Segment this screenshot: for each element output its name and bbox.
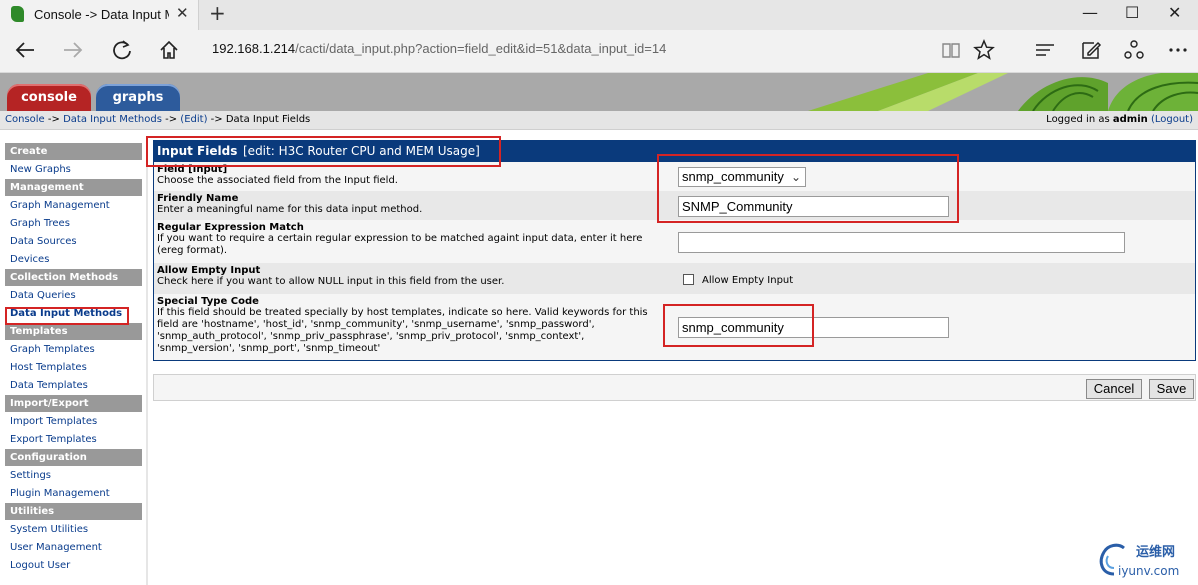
- new-tab-icon[interactable]: +: [209, 1, 226, 25]
- graphs-tab[interactable]: graphs: [96, 84, 180, 111]
- highlight-panel-title: [146, 136, 501, 167]
- refresh-icon[interactable]: [111, 39, 133, 65]
- window-close-icon[interactable]: ✕: [1168, 3, 1181, 22]
- breadcrumb-bar: Console -> Data Input Methods -> (Edit) …: [0, 111, 1198, 130]
- sidebar-item-export-templates[interactable]: Export Templates: [5, 431, 142, 448]
- forward-arrow-icon[interactable]: [62, 39, 84, 65]
- form-action-bar: Cancel Save: [153, 374, 1196, 401]
- friendly-name-description: Enter a meaningful name for this data in…: [157, 204, 423, 215]
- cacti-header: console graphs: [0, 73, 1198, 111]
- sidebar-item-host-templates[interactable]: Host Templates: [5, 359, 142, 376]
- back-arrow-icon[interactable]: [14, 39, 36, 65]
- special-type-description: If this field should be treated speciall…: [157, 307, 648, 354]
- sidebar-item-logout-user[interactable]: Logout User: [5, 557, 142, 574]
- cactus-banner-image: [808, 73, 1198, 111]
- maximize-icon[interactable]: ☐: [1125, 3, 1139, 22]
- favorite-star-icon[interactable]: [973, 39, 995, 66]
- sidebar-header-create: Create: [5, 143, 142, 160]
- field-input-description: Choose the associated field from the Inp…: [157, 175, 398, 186]
- regex-description: If you want to require a certain regular…: [157, 233, 643, 256]
- login-prefix: Logged in as: [1046, 114, 1110, 125]
- breadcrumb-separator: ->: [210, 114, 223, 125]
- sidebar-header-import-export: Import/Export: [5, 395, 142, 412]
- highlight-data-input-methods: [5, 307, 129, 325]
- sidebar-header-collection-methods: Collection Methods: [5, 269, 142, 286]
- console-tab[interactable]: console: [7, 84, 91, 111]
- highlight-special-type: [663, 304, 814, 347]
- watermark: 运维网 iyunv.com: [1096, 538, 1196, 583]
- row-regex-match: Regular Expression Match If you want to …: [154, 220, 1195, 263]
- cacti-favicon-icon: [11, 6, 24, 22]
- sidebar-item-data-sources[interactable]: Data Sources: [5, 233, 142, 250]
- watermark-text-cn: 运维网: [1136, 545, 1176, 560]
- sidebar-divider: [146, 142, 148, 585]
- url-path: /cacti/data_input.php?action=field_edit&…: [295, 41, 667, 56]
- more-icon[interactable]: [1167, 39, 1189, 66]
- url-host: 192.168.1.214: [212, 41, 296, 56]
- sidebar-item-graph-trees[interactable]: Graph Trees: [5, 215, 142, 232]
- regex-input[interactable]: [678, 232, 1125, 253]
- sidebar-item-graph-management[interactable]: Graph Management: [5, 197, 142, 214]
- sidebar-item-system-utilities[interactable]: System Utilities: [5, 521, 142, 538]
- allow-empty-checkbox[interactable]: [683, 274, 694, 285]
- sidebar-header-utilities: Utilities: [5, 503, 142, 520]
- logout-link[interactable]: (Logout): [1151, 114, 1193, 125]
- breadcrumb: Console -> Data Input Methods -> (Edit) …: [5, 114, 310, 125]
- sidebar-item-graph-templates[interactable]: Graph Templates: [5, 341, 142, 358]
- sidebar-item-plugin-management[interactable]: Plugin Management: [5, 485, 142, 502]
- browser-toolbar: 192.168.1.214/cacti/data_input.php?actio…: [0, 30, 1198, 73]
- breadcrumb-separator: ->: [165, 114, 178, 125]
- breadcrumb-current: Data Input Fields: [225, 114, 311, 125]
- allow-empty-description: Check here if you want to allow NULL inp…: [157, 276, 505, 287]
- row-allow-empty: Allow Empty Input Check here if you want…: [154, 263, 1195, 294]
- browser-tab[interactable]: Console -> Data Input M ✕: [0, 0, 199, 30]
- sidebar-menu: Create New Graphs Management Graph Manag…: [5, 142, 142, 574]
- friendly-name-label: Friendly Name: [157, 193, 239, 204]
- sidebar-header-configuration: Configuration: [5, 449, 142, 466]
- sidebar-item-import-templates[interactable]: Import Templates: [5, 413, 142, 430]
- save-button[interactable]: Save: [1149, 379, 1194, 399]
- breadcrumb-console[interactable]: Console: [5, 114, 45, 125]
- share-icon[interactable]: [1123, 39, 1145, 66]
- reading-view-icon[interactable]: [940, 39, 962, 66]
- watermark-text-domain: iyunv.com: [1118, 564, 1180, 578]
- minimize-icon[interactable]: —: [1082, 3, 1098, 22]
- home-icon[interactable]: [158, 39, 180, 65]
- sidebar-item-settings[interactable]: Settings: [5, 467, 142, 484]
- cancel-button[interactable]: Cancel: [1086, 379, 1142, 399]
- allow-empty-label: Allow Empty Input: [157, 265, 261, 276]
- login-user: admin: [1112, 114, 1148, 125]
- web-note-icon[interactable]: [1080, 39, 1102, 66]
- special-type-label: Special Type Code: [157, 296, 259, 307]
- regex-label: Regular Expression Match: [157, 222, 304, 233]
- sidebar-item-devices[interactable]: Devices: [5, 251, 142, 268]
- browser-tab-bar: Console -> Data Input M ✕ + — ☐ ✕: [0, 0, 1198, 30]
- highlight-field-and-name: [657, 154, 959, 223]
- sidebar-item-data-queries[interactable]: Data Queries: [5, 287, 142, 304]
- breadcrumb-data-input-methods[interactable]: Data Input Methods: [63, 114, 162, 125]
- sidebar-header-management: Management: [5, 179, 142, 196]
- sidebar-item-user-management[interactable]: User Management: [5, 539, 142, 556]
- breadcrumb-separator: ->: [47, 114, 60, 125]
- breadcrumb-edit[interactable]: (Edit): [180, 114, 207, 125]
- sidebar-item-data-templates[interactable]: Data Templates: [5, 377, 142, 394]
- browser-tab-title: Console -> Data Input M: [34, 7, 169, 22]
- tab-close-icon[interactable]: ✕: [176, 4, 189, 22]
- sidebar-header-templates: Templates: [5, 323, 142, 340]
- sidebar-item-new-graphs[interactable]: New Graphs: [5, 161, 142, 178]
- hub-menu-icon[interactable]: [1034, 39, 1056, 66]
- allow-empty-checkbox-label: Allow Empty Input: [702, 275, 794, 286]
- address-bar[interactable]: 192.168.1.214/cacti/data_input.php?actio…: [212, 41, 666, 56]
- login-status: Logged in as admin (Logout): [1046, 114, 1193, 125]
